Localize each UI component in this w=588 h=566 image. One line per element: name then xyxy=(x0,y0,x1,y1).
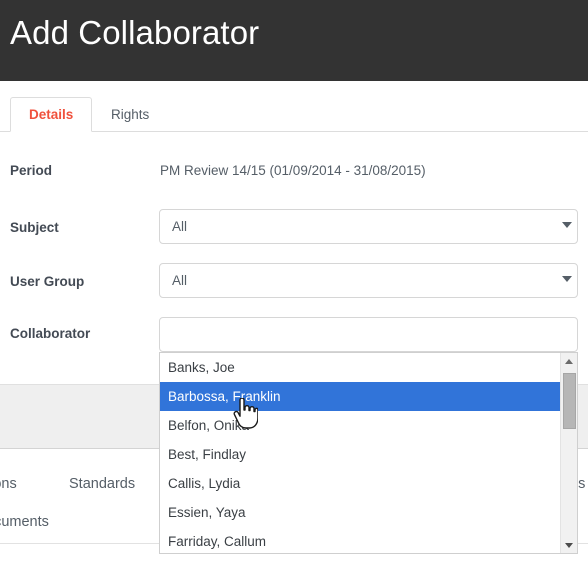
tab-bar: Details Rights xyxy=(0,97,588,132)
subject-select[interactable]: All xyxy=(159,209,578,244)
collaborator-option[interactable]: Essien, Yaya xyxy=(160,498,560,527)
collaborator-option[interactable]: Belfon, Onika xyxy=(160,411,560,440)
tab-details[interactable]: Details xyxy=(10,97,93,132)
background-link-standards[interactable]: Standards xyxy=(69,476,135,492)
collaborator-option[interactable]: Banks, Joe xyxy=(160,353,560,382)
user-group-select[interactable]: All xyxy=(159,263,578,298)
collaborator-option[interactable]: Callis, Lydia xyxy=(160,469,560,498)
modal-body: Details Rights Period PM Review 14/15 (0… xyxy=(0,81,588,384)
subject-label: Subject xyxy=(10,220,59,235)
period-label: Period xyxy=(10,163,53,178)
dropdown-scrollbar[interactable] xyxy=(560,353,577,553)
collaborator-dropdown[interactable]: Banks, Joe Barbossa, Franklin Belfon, Onik… xyxy=(159,352,578,554)
scroll-down-arrow-icon[interactable] xyxy=(561,537,577,553)
tab-rights[interactable]: Rights xyxy=(92,97,168,132)
scroll-up-arrow-icon[interactable] xyxy=(561,353,577,369)
period-value: PM Review 14/15 (01/09/2014 - 31/08/2015… xyxy=(160,163,426,178)
background-link-ations[interactable]: ations xyxy=(0,476,17,492)
collaborator-option[interactable]: Best, Findlay xyxy=(160,440,560,469)
modal-header: Add Collaborator xyxy=(0,0,588,81)
collaborator-option-list: Banks, Joe Barbossa, Franklin Belfon, Onik… xyxy=(160,353,560,553)
collaborator-option[interactable]: Farriday, Callum xyxy=(160,527,560,553)
page-title: Add Collaborator xyxy=(10,14,260,51)
collaborator-input[interactable] xyxy=(159,317,578,352)
collaborator-option[interactable]: Barbossa, Franklin xyxy=(160,382,560,411)
scrollbar-thumb[interactable] xyxy=(563,373,576,429)
user-group-label: User Group xyxy=(10,274,85,289)
collaborator-label: Collaborator xyxy=(10,326,91,341)
background-link-documents[interactable]: ocuments xyxy=(0,514,49,530)
